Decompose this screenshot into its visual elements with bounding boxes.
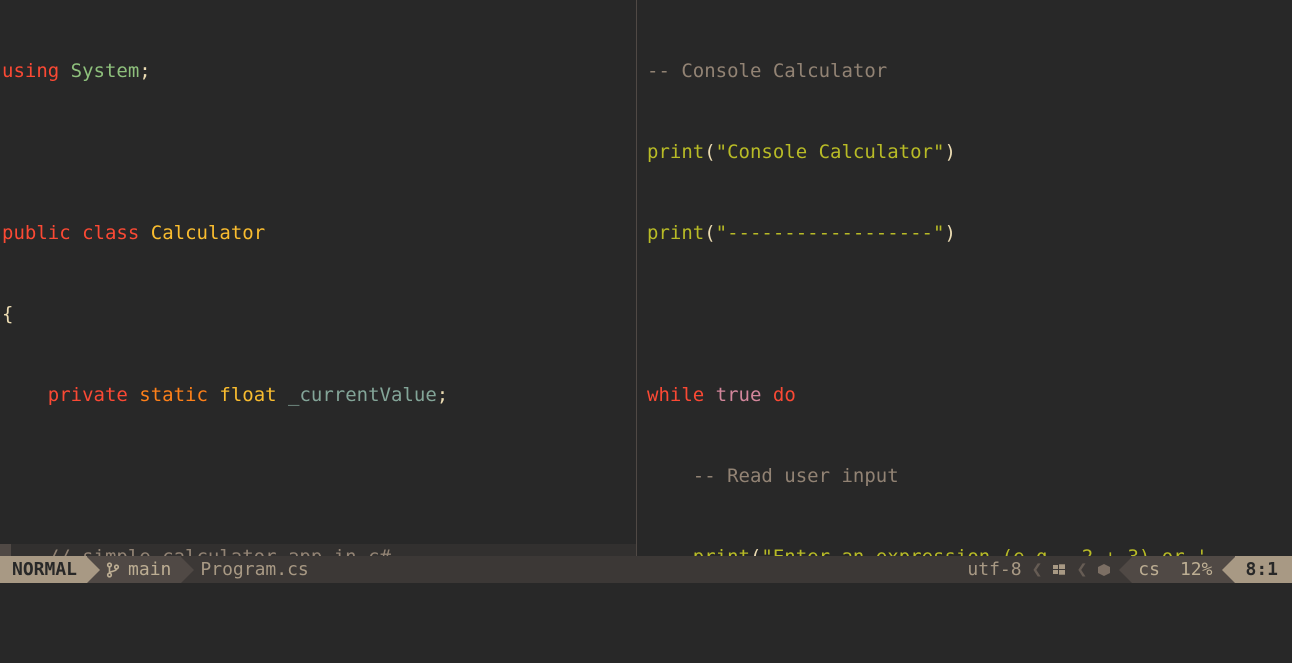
separator-icon: ❮	[1074, 556, 1089, 583]
scroll-percent: 12%	[1170, 556, 1223, 583]
windows-icon	[1052, 563, 1066, 577]
editor-split: using System; public class Calculator { …	[0, 0, 1292, 556]
class-name: Calculator	[151, 222, 265, 244]
command-area[interactable]	[0, 583, 1292, 663]
file-encoding: utf-8	[967, 556, 1021, 583]
cursor-position: 8:1	[1235, 556, 1292, 583]
separator-icon: ❮	[1030, 556, 1045, 583]
git-branch-icon	[106, 562, 120, 578]
branch-name: main	[128, 556, 171, 583]
kw-using: using	[2, 60, 59, 82]
cursor-line: // simple calculator app in c#	[0, 544, 636, 556]
left-pane[interactable]: using System; public class Calculator { …	[0, 0, 636, 556]
statusline: NORMAL main Program.cs utf-8 ❮ ❮ cs 12% …	[0, 556, 1292, 583]
filetype: cs	[1132, 556, 1170, 583]
git-branch: main	[100, 556, 181, 583]
kw-public: public	[2, 222, 71, 244]
comment: // simple calculator app in c#	[48, 546, 391, 556]
filename: Program.cs	[194, 556, 318, 583]
encoding-section: utf-8 ❮ ❮	[959, 556, 1119, 583]
kw-class: class	[82, 222, 139, 244]
right-pane[interactable]: -- Console Calculator print("Console Cal…	[637, 0, 1292, 556]
csharp-icon	[1097, 563, 1111, 577]
ns-system: System	[71, 60, 140, 82]
mode-indicator: NORMAL	[0, 556, 87, 583]
